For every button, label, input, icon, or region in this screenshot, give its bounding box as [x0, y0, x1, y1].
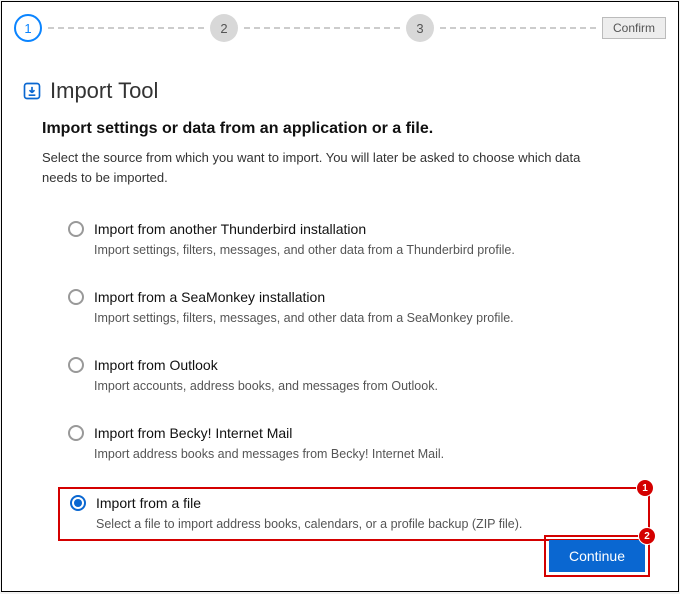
continue-highlight: 2 Continue — [544, 535, 650, 577]
step-confirm[interactable]: Confirm — [602, 17, 666, 39]
option-label: Import from Becky! Internet Mail — [94, 425, 292, 441]
option-label: Import from another Thunderbird installa… — [94, 221, 366, 237]
radio-button[interactable] — [70, 495, 86, 511]
option-label: Import from a SeaMonkey installation — [94, 289, 325, 305]
option-file[interactable]: 1 Import from a file Select a file to im… — [58, 487, 650, 541]
radio-button[interactable] — [68, 425, 84, 441]
step-divider — [244, 27, 400, 29]
step-3[interactable]: 3 — [406, 14, 434, 42]
continue-button[interactable]: Continue — [549, 540, 645, 572]
radio-button[interactable] — [68, 289, 84, 305]
import-icon — [22, 81, 42, 101]
option-description: Import accounts, address books, and mess… — [94, 379, 640, 393]
callout-badge-1: 1 — [636, 479, 654, 497]
callout-badge-2: 2 — [638, 527, 656, 545]
option-description: Select a file to import address books, c… — [96, 517, 638, 531]
sub-heading: Import settings or data from an applicat… — [42, 120, 650, 138]
option-becky[interactable]: Import from Becky! Internet Mail Import … — [62, 419, 650, 469]
option-description: Import settings, filters, messages, and … — [94, 243, 640, 257]
content-area: Import Tool Import settings or data from… — [2, 42, 678, 569]
option-seamonkey[interactable]: Import from a SeaMonkey installation Imp… — [62, 283, 650, 333]
step-divider — [48, 27, 204, 29]
stepper: 1 2 3 Confirm — [2, 2, 678, 42]
step-divider — [440, 27, 596, 29]
option-thunderbird[interactable]: Import from another Thunderbird installa… — [62, 215, 650, 265]
page-title: Import Tool — [50, 78, 158, 104]
step-1[interactable]: 1 — [14, 14, 42, 42]
radio-button[interactable] — [68, 357, 84, 373]
footer: 2 Continue — [544, 535, 650, 577]
step-2[interactable]: 2 — [210, 14, 238, 42]
option-label: Import from a file — [96, 495, 201, 511]
option-description: Import address books and messages from B… — [94, 447, 640, 461]
title-row: Import Tool — [22, 78, 650, 104]
option-description: Import settings, filters, messages, and … — [94, 311, 640, 325]
options-group: Import from another Thunderbird installa… — [62, 215, 650, 541]
import-tool-window: 1 2 3 Confirm Import Tool Import setting… — [1, 1, 679, 592]
option-label: Import from Outlook — [94, 357, 218, 373]
radio-button[interactable] — [68, 221, 84, 237]
page-description: Select the source from which you want to… — [42, 148, 602, 187]
option-outlook[interactable]: Import from Outlook Import accounts, add… — [62, 351, 650, 401]
